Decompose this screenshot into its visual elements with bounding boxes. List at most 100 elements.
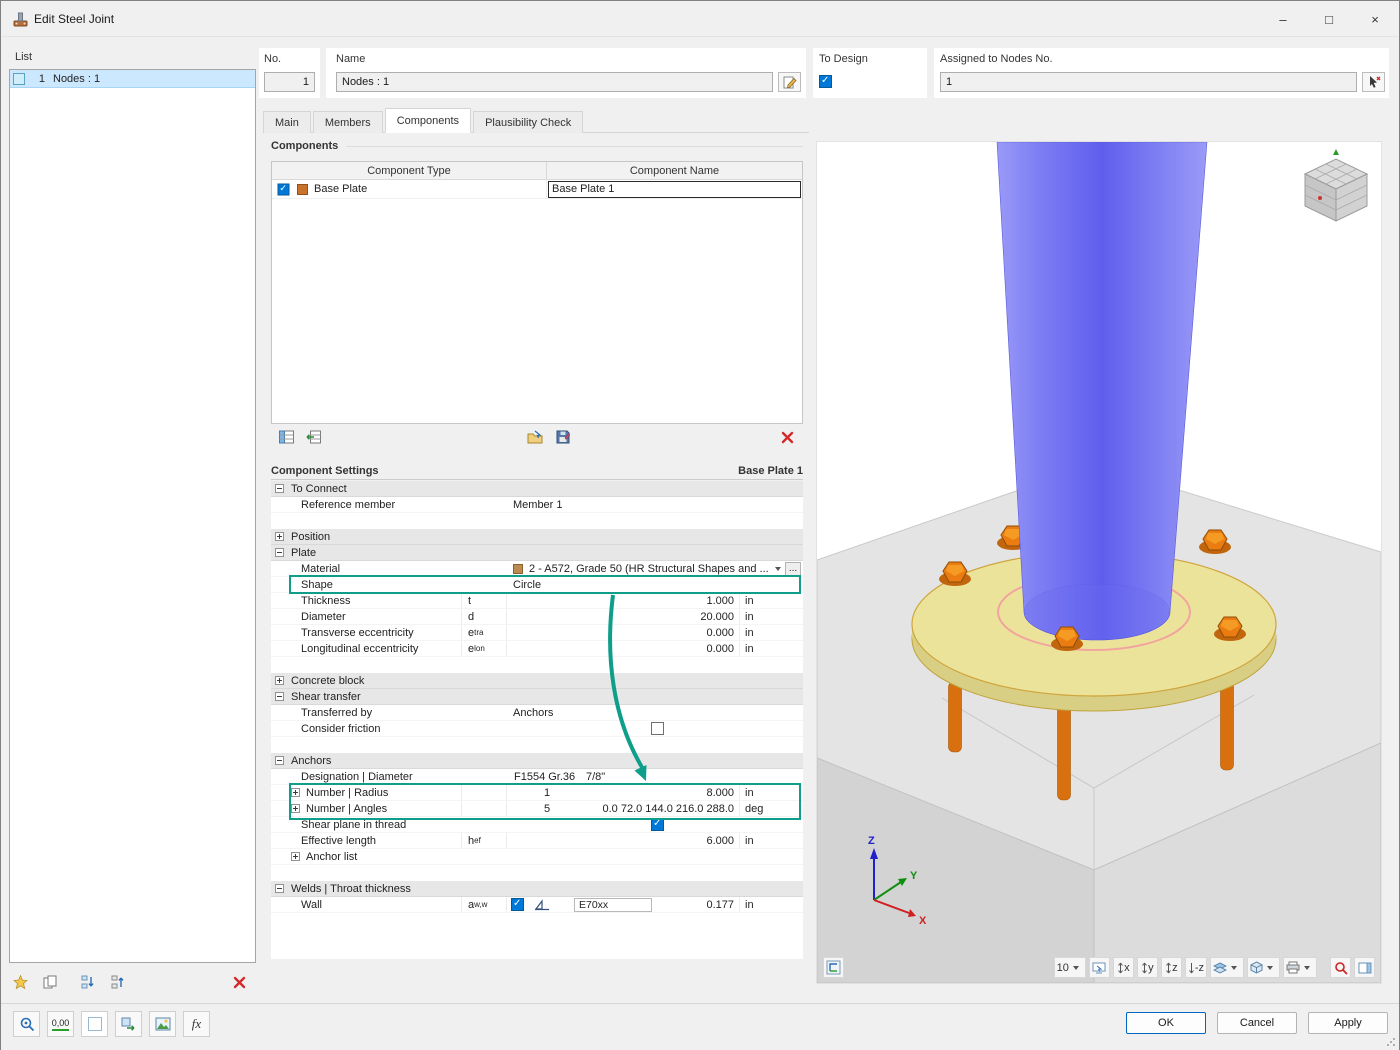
title-bar[interactable]: Edit Steel Joint – □ ×: [2, 2, 1398, 37]
resize-grip[interactable]: [1386, 1037, 1396, 1047]
delete-component-button[interactable]: [776, 427, 798, 447]
group-concrete-block[interactable]: Concrete block: [271, 673, 803, 689]
view-z-button[interactable]: z: [1161, 957, 1182, 978]
electrode-field[interactable]: E70xx: [574, 898, 652, 912]
row-number-angles[interactable]: Number | Angles 50.0 72.0 144.0 216.0 28…: [271, 801, 803, 817]
navigation-cube[interactable]: [1305, 149, 1367, 221]
row-designation-diameter[interactable]: Designation | Diameter F1554 Gr.36 7/8": [271, 769, 803, 785]
chevron-down-icon[interactable]: [775, 567, 781, 571]
row-shear-plane-in-thread[interactable]: Shear plane in thread: [271, 817, 803, 833]
group-welds[interactable]: Welds | Throat thickness: [271, 881, 803, 897]
transferred-by-value[interactable]: Anchors: [506, 707, 553, 719]
group-position[interactable]: Position: [271, 529, 803, 545]
add-component-button[interactable]: [275, 427, 297, 447]
component-name-field[interactable]: Base Plate 1: [548, 181, 801, 198]
collapse-icon[interactable]: [275, 692, 284, 701]
edit-name-button[interactable]: [778, 72, 801, 92]
anchor-angles-value[interactable]: 0.0 72.0 144.0 216.0 288.0: [602, 803, 739, 815]
collapse-icon[interactable]: [275, 884, 284, 893]
color-scheme-button[interactable]: [81, 1011, 108, 1037]
row-consider-friction[interactable]: Consider friction: [271, 721, 803, 737]
group-shear-transfer[interactable]: Shear transfer: [271, 689, 803, 705]
row-thickness[interactable]: Thickness t 1.000 in: [271, 593, 803, 609]
ok-button[interactable]: OK: [1126, 1012, 1206, 1034]
tab-members[interactable]: Members: [313, 111, 383, 133]
to-design-checkbox[interactable]: [819, 75, 832, 88]
anchor-designation-value[interactable]: F1554 Gr.36: [506, 771, 578, 783]
row-transverse-eccentricity[interactable]: Transverse eccentricity etra 0.000 in: [271, 625, 803, 641]
minimize-button[interactable]: –: [1260, 2, 1306, 36]
maximize-button[interactable]: □: [1306, 2, 1352, 36]
row-material[interactable]: Material 2 - A572, Grade 50 (HR Structur…: [271, 561, 803, 577]
tab-components[interactable]: Components: [385, 108, 471, 133]
shear-plane-checkbox[interactable]: [651, 818, 664, 831]
material-browse-button[interactable]: ...: [785, 562, 801, 576]
viewport-3d-scene[interactable]: Z Y X: [817, 142, 1381, 983]
reference-member-value[interactable]: Member 1: [506, 499, 563, 511]
transfer-parameters-button[interactable]: [115, 1011, 142, 1037]
row-number-radius[interactable]: Number | Radius 18.000 in: [271, 785, 803, 801]
load-component-button[interactable]: [524, 427, 546, 447]
layers-dropdown[interactable]: [1210, 957, 1244, 978]
save-component-button[interactable]: [552, 427, 574, 447]
expand-icon[interactable]: [275, 676, 284, 685]
viewport-3d[interactable]: Z Y X 10 x y z -z: [816, 141, 1382, 984]
row-longitudinal-eccentricity[interactable]: Longitudinal eccentricity elon 0.000 in: [271, 641, 803, 657]
component-active-checkbox[interactable]: [278, 183, 290, 195]
group-plate[interactable]: Plate: [271, 545, 803, 561]
throat-thickness-value[interactable]: 0.177: [706, 899, 739, 911]
effective-length-value[interactable]: 6.000: [706, 835, 739, 847]
wall-weld-checkbox[interactable]: [511, 898, 524, 911]
diameter-value[interactable]: 20.000: [700, 611, 739, 623]
assigned-nodes-field[interactable]: 1: [940, 72, 1357, 92]
material-value[interactable]: 2 - A572, Grade 50 (HR Structural Shapes…: [529, 563, 771, 575]
formula-button[interactable]: fx: [183, 1011, 210, 1037]
row-diameter[interactable]: Diameter d 20.000 in: [271, 609, 803, 625]
compact-numbering-button[interactable]: [107, 972, 129, 992]
expand-icon[interactable]: [275, 532, 284, 541]
renumber-button[interactable]: [77, 972, 99, 992]
list-item-nodes-1[interactable]: 1 Nodes : 1: [10, 70, 255, 88]
zoom-button[interactable]: [1330, 957, 1351, 978]
close-button[interactable]: ×: [1352, 2, 1398, 36]
display-mode-dropdown[interactable]: [1247, 957, 1280, 978]
anchor-count-value[interactable]: 1: [507, 787, 587, 799]
transverse-eccentricity-value[interactable]: 0.000: [706, 627, 739, 639]
decimal-places-button[interactable]: 0,00: [47, 1011, 74, 1037]
export-image-button[interactable]: [149, 1011, 176, 1037]
collapse-icon[interactable]: [275, 756, 284, 765]
joint-list[interactable]: 1 Nodes : 1: [9, 69, 256, 963]
display-settings-button[interactable]: [13, 1011, 40, 1037]
row-effective-length[interactable]: Effective length hef 6.000 in: [271, 833, 803, 849]
consider-friction-checkbox[interactable]: [651, 722, 664, 735]
row-wall-weld[interactable]: Wall aw,w E70xx 0.177 in: [271, 897, 803, 913]
panel-toggle-button[interactable]: [1354, 957, 1375, 978]
component-row-base-plate[interactable]: Base Plate Base Plate 1: [272, 180, 802, 199]
expand-icon[interactable]: [291, 804, 300, 813]
collapse-icon[interactable]: [275, 548, 284, 557]
row-transferred-by[interactable]: Transferred by Anchors: [271, 705, 803, 721]
apply-button[interactable]: Apply: [1308, 1012, 1388, 1034]
group-anchors[interactable]: Anchors: [271, 753, 803, 769]
select-nodes-button[interactable]: [1362, 72, 1385, 92]
print-dropdown[interactable]: [1283, 957, 1317, 978]
view-x-button[interactable]: x: [1113, 957, 1134, 978]
view-minus-z-button[interactable]: -z: [1185, 957, 1207, 978]
longitudinal-eccentricity-value[interactable]: 0.000: [706, 643, 739, 655]
shape-value[interactable]: Circle: [506, 579, 541, 591]
insert-component-button[interactable]: [302, 427, 324, 447]
viewport-options-button[interactable]: [823, 957, 844, 978]
expand-icon[interactable]: [291, 852, 300, 861]
thickness-value[interactable]: 1.000: [706, 595, 739, 607]
angle-count-value[interactable]: 5: [507, 803, 587, 815]
new-item-button[interactable]: [9, 972, 31, 992]
row-anchor-list[interactable]: Anchor list: [271, 849, 803, 865]
group-to-connect[interactable]: To Connect: [271, 481, 803, 497]
anchor-diameter-value[interactable]: 7/8": [578, 771, 605, 783]
tab-plausibility-check[interactable]: Plausibility Check: [473, 111, 583, 133]
delete-item-button[interactable]: [228, 972, 250, 992]
screen-pick-button[interactable]: [1089, 957, 1110, 978]
collapse-icon[interactable]: [275, 484, 284, 493]
cancel-button[interactable]: Cancel: [1217, 1012, 1297, 1034]
anchor-radius-value[interactable]: 8.000: [706, 787, 739, 799]
